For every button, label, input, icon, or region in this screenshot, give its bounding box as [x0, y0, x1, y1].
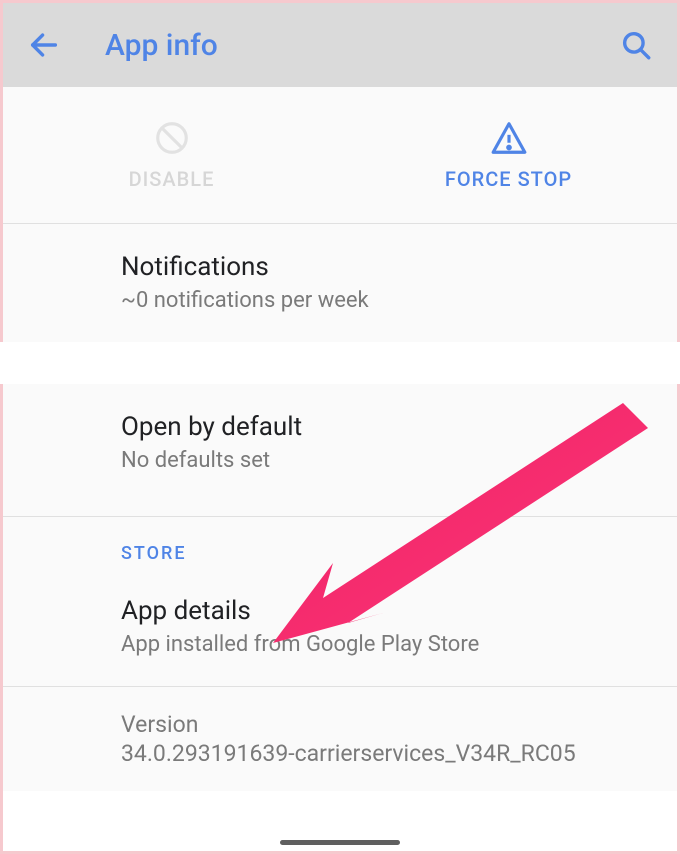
settings-list: Notifications ~0 notifications per week … — [3, 224, 677, 791]
nav-handle-icon[interactable] — [280, 840, 400, 845]
page-title: App info — [105, 28, 617, 63]
search-icon[interactable] — [617, 26, 655, 64]
back-arrow-icon[interactable] — [25, 26, 63, 64]
section-gap — [0, 342, 680, 384]
app-details-item[interactable]: App details App installed from Google Pl… — [3, 568, 677, 686]
disable-icon — [153, 119, 191, 157]
force-stop-label: FORCE STOP — [445, 167, 572, 191]
notifications-title: Notifications — [121, 252, 655, 282]
version-label: Version — [121, 711, 655, 738]
version-value: 34.0.293191639-carrierservices_V34R_RC05 — [121, 740, 655, 767]
notifications-summary: ~0 notifications per week — [121, 288, 655, 313]
open-by-default-title: Open by default — [121, 412, 655, 442]
warning-icon — [490, 119, 528, 157]
store-heading: STORE — [3, 517, 677, 568]
app-details-summary: App installed from Google Play Store — [121, 632, 655, 657]
force-stop-button[interactable]: FORCE STOP — [340, 87, 677, 223]
app-bar: App info — [3, 3, 677, 87]
disable-button: DISABLE — [3, 87, 340, 223]
notifications-item[interactable]: Notifications ~0 notifications per week — [3, 224, 677, 342]
action-bar: DISABLE FORCE STOP — [3, 87, 677, 224]
version-item: Version 34.0.293191639-carrierservices_V… — [3, 686, 677, 791]
open-by-default-item[interactable]: Open by default No defaults set — [3, 384, 677, 502]
app-details-title: App details — [121, 596, 655, 626]
open-by-default-summary: No defaults set — [121, 448, 655, 473]
disable-label: DISABLE — [129, 167, 215, 191]
